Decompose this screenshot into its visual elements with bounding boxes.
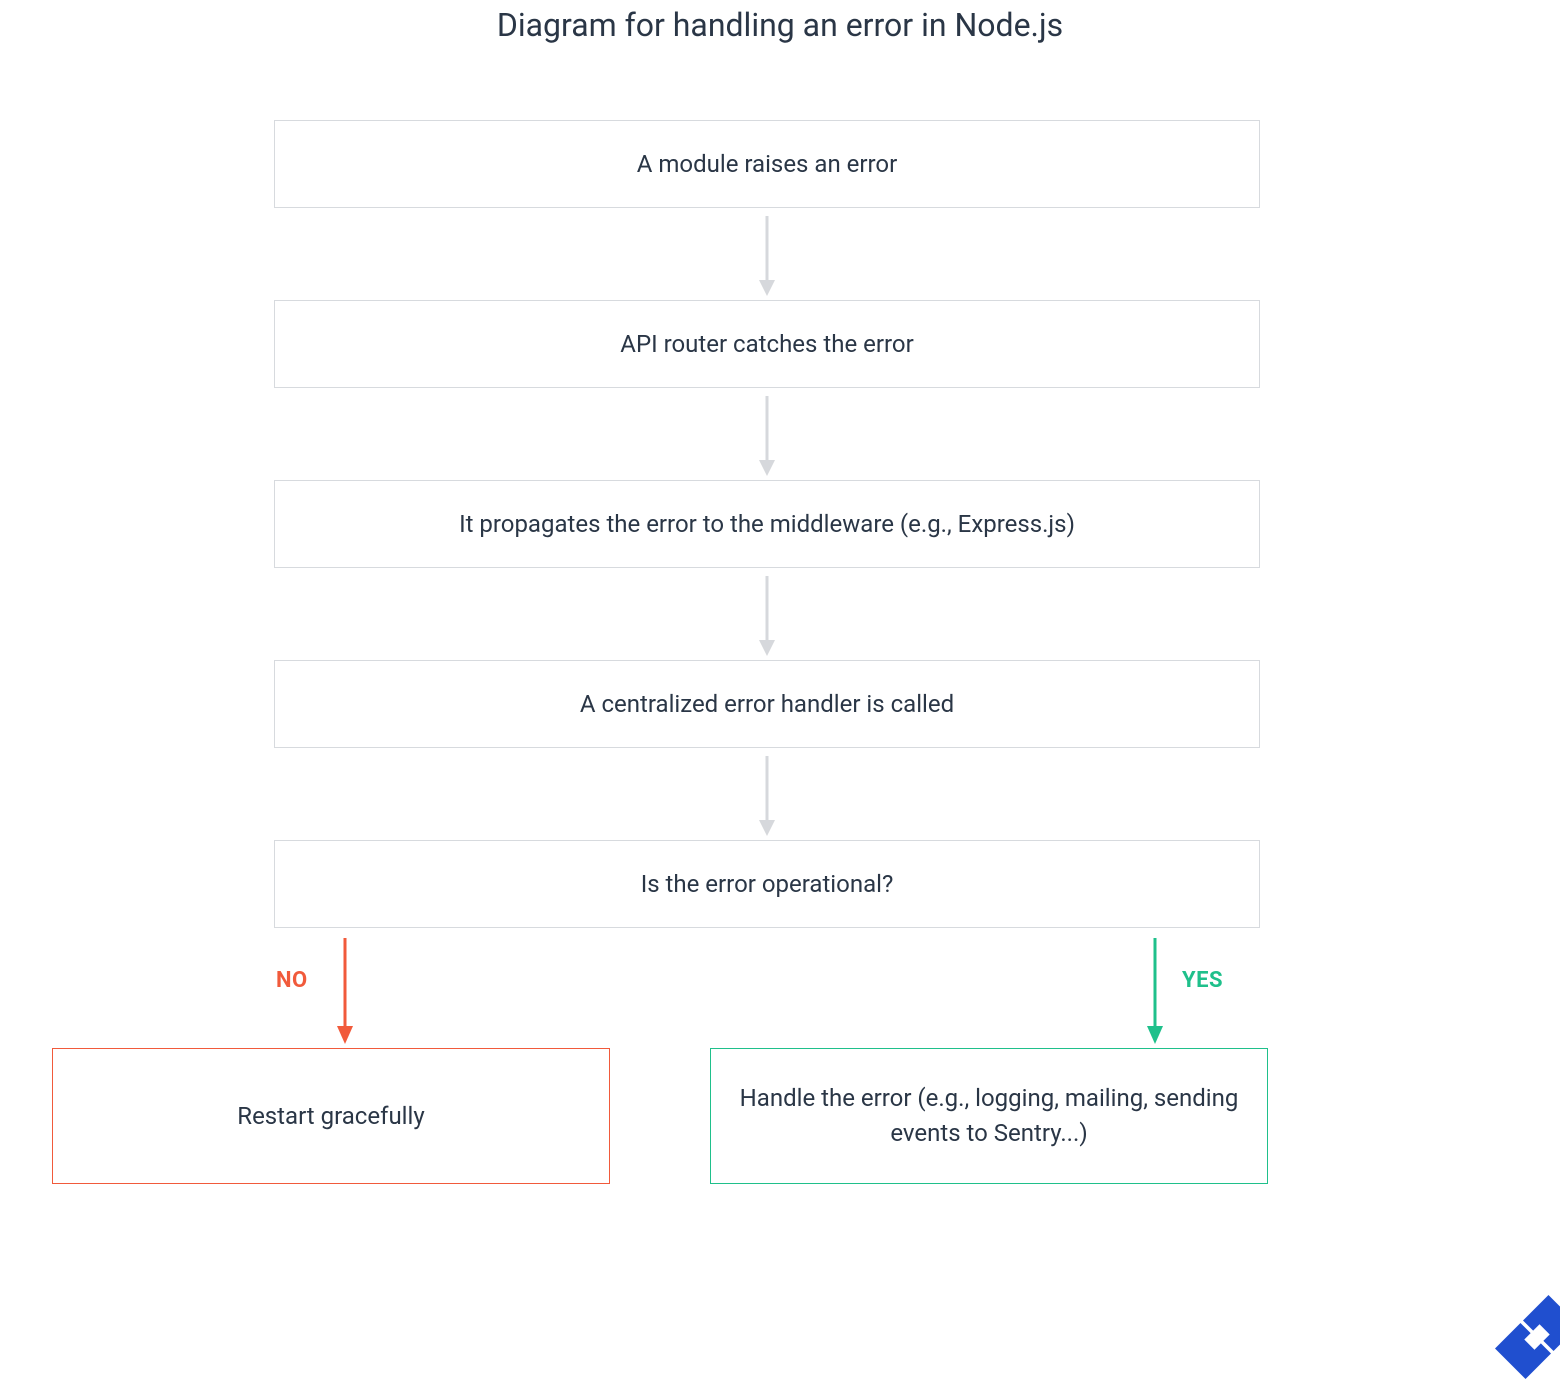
arrow-branch-no [337,938,353,1044]
arrow-branch-yes [1147,938,1163,1044]
node-step4: A centralized error handler is called [274,660,1260,748]
node-step2: API router catches the error [274,300,1260,388]
node-step3: It propagates the error to the middlewar… [274,480,1260,568]
node-decision-text: Is the error operational? [641,870,894,898]
watermark-logo-icon [1492,1292,1560,1382]
node-outcome-yes-text: Handle the error (e.g., logging, mailing… [731,1081,1247,1151]
arrow-step1-step2 [759,216,775,296]
arrow-step2-step3 [759,396,775,476]
branch-label-no: NO [276,968,308,993]
diagram-title: Diagram for handling an error in Node.js [0,6,1560,44]
node-step1: A module raises an error [274,120,1260,208]
node-outcome-no: Restart gracefully [52,1048,610,1184]
diagram-canvas: Diagram for handling an error in Node.js… [0,0,1560,1360]
node-step3-text: It propagates the error to the middlewar… [459,510,1075,538]
node-decision: Is the error operational? [274,840,1260,928]
node-step4-text: A centralized error handler is called [580,690,954,718]
node-outcome-yes: Handle the error (e.g., logging, mailing… [710,1048,1268,1184]
node-step1-text: A module raises an error [637,150,897,178]
branch-label-yes: YES [1182,968,1223,993]
node-outcome-no-text: Restart gracefully [237,1102,424,1130]
arrow-step4-decision [759,756,775,836]
node-step2-text: API router catches the error [620,330,913,358]
arrow-step3-step4 [759,576,775,656]
